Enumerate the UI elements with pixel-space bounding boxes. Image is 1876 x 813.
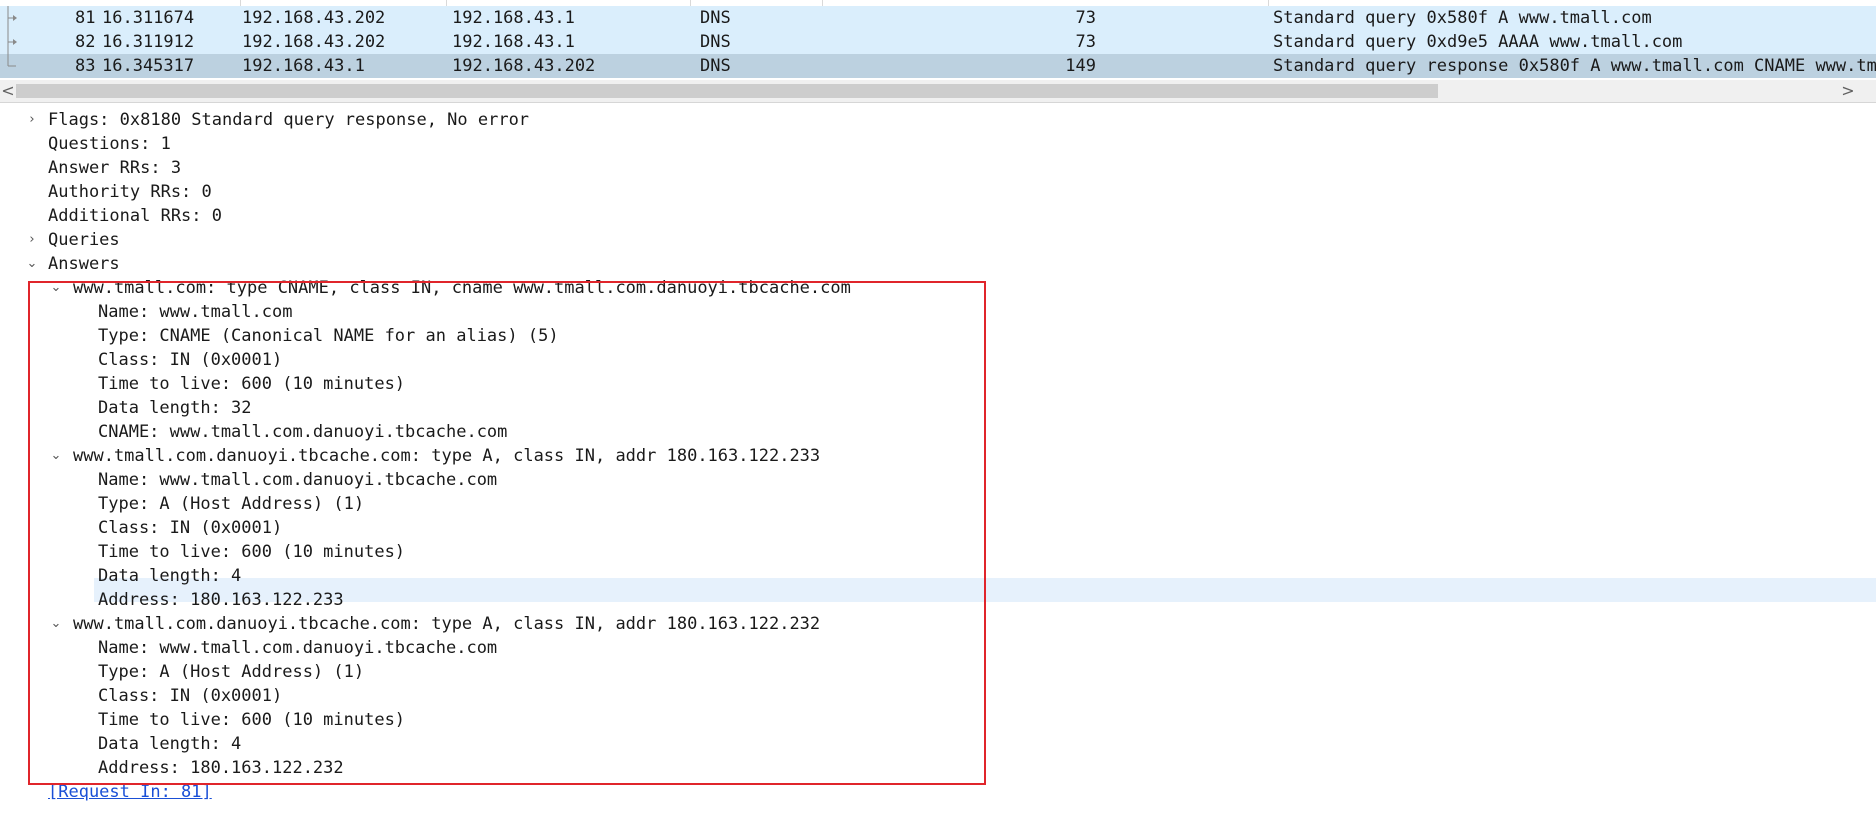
answer-header[interactable]: www.tmall.com.danuoyi.tbcache.com: type … [73, 612, 820, 636]
answer-field[interactable]: Data length: 4 [98, 564, 241, 588]
answer-field[interactable]: Name: www.tmall.com [98, 300, 292, 324]
horizontal-scrollbar[interactable]: < > [0, 80, 1876, 103]
packet-length: 149 [1065, 56, 1096, 76]
tree-node-queries[interactable]: Queries [48, 228, 120, 252]
answer-field[interactable]: Type: A (Host Address) (1) [98, 492, 364, 516]
request-arrow-icon [7, 6, 17, 30]
answer-field[interactable]: Address: 180.163.122.233 [98, 588, 344, 612]
response-bracket-icon [7, 54, 16, 67]
field-questions[interactable]: Questions: 1 [48, 132, 171, 156]
packet-time: 16.311674 [102, 8, 195, 28]
packet-time: 16.345317 [102, 56, 195, 76]
field-answer-rrs[interactable]: Answer RRs: 3 [48, 156, 181, 180]
field-flags[interactable]: Flags: 0x8180 Standard query response, N… [48, 108, 529, 132]
chevron-down-icon[interactable]: ⌄ [48, 444, 64, 468]
packet-source: 192.168.43.202 [242, 8, 386, 28]
packet-protocol: DNS [700, 8, 731, 28]
chevron-down-icon[interactable]: ⌄ [24, 252, 40, 276]
answer-field[interactable]: Address: 180.163.122.232 [98, 756, 344, 780]
chevron-right-icon[interactable]: › [24, 228, 40, 252]
chevron-down-icon[interactable]: ⌄ [48, 276, 64, 300]
packet-info: Standard query response 0x580f A www.tma… [1273, 56, 1876, 76]
packet-info: Standard query 0x580f A www.tmall.com [1273, 8, 1652, 28]
packet-source: 192.168.43.202 [242, 32, 386, 52]
answer-field[interactable]: Type: A (Host Address) (1) [98, 660, 364, 684]
packet-details-tree[interactable]: › Flags: 0x8180 Standard query response,… [0, 108, 1876, 813]
answer-field[interactable]: Class: IN (0x0001) [98, 348, 282, 372]
packet-info: Standard query 0xd9e5 AAAA www.tmall.com [1273, 32, 1683, 52]
packet-no: 83 [75, 56, 96, 76]
packet-time: 16.311912 [102, 32, 195, 52]
answer-field[interactable]: Time to live: 600 (10 minutes) [98, 708, 405, 732]
packet-protocol: DNS [700, 32, 731, 52]
answer-field[interactable]: Class: IN (0x0001) [98, 684, 282, 708]
answer-field[interactable]: CNAME: www.tmall.com.danuoyi.tbcache.com [98, 420, 507, 444]
answer-field-selected[interactable]: Name: www.tmall.com.danuoyi.tbcache.com [98, 468, 497, 492]
request-in-link[interactable]: [Request In: 81] [48, 780, 212, 804]
chevron-right-icon[interactable]: › [24, 108, 40, 132]
packet-row[interactable]: 82 16.311912 192.168.43.202 192.168.43.1… [0, 30, 1876, 54]
packet-length: 73 [1075, 8, 1096, 28]
answer-header[interactable]: www.tmall.com: type CNAME, class IN, cna… [73, 276, 851, 300]
packet-row-selected[interactable]: 83 16.345317 192.168.43.1 192.168.43.202… [0, 54, 1876, 78]
tree-node-answers[interactable]: Answers [48, 252, 120, 276]
answer-field[interactable]: Data length: 4 [98, 732, 241, 756]
packet-no: 81 [75, 8, 96, 28]
packet-list[interactable]: 81 16.311674 192.168.43.202 192.168.43.1… [0, 0, 1876, 80]
field-additional-rrs[interactable]: Additional RRs: 0 [48, 204, 222, 228]
answer-field[interactable]: Data length: 32 [98, 396, 252, 420]
selected-field-highlight [94, 578, 1876, 602]
packet-destination: 192.168.43.202 [452, 56, 596, 76]
packet-no: 82 [75, 32, 96, 52]
scroll-left-button[interactable]: < [0, 80, 16, 102]
answer-field[interactable]: Type: CNAME (Canonical NAME for an alias… [98, 324, 559, 348]
answer-field[interactable]: Class: IN (0x0001) [98, 516, 282, 540]
packet-destination: 192.168.43.1 [452, 32, 575, 52]
scroll-right-button[interactable]: > [1840, 80, 1856, 102]
answer-field[interactable]: Time to live: 600 (10 minutes) [98, 540, 405, 564]
answer-header[interactable]: www.tmall.com.danuoyi.tbcache.com: type … [73, 444, 820, 468]
chevron-down-icon[interactable]: ⌄ [48, 612, 64, 636]
scrollbar-thumb[interactable] [16, 84, 1438, 98]
packet-destination: 192.168.43.1 [452, 8, 575, 28]
packet-source: 192.168.43.1 [242, 56, 365, 76]
answer-field[interactable]: Name: www.tmall.com.danuoyi.tbcache.com [98, 636, 497, 660]
field-authority-rrs[interactable]: Authority RRs: 0 [48, 180, 212, 204]
packet-row[interactable]: 81 16.311674 192.168.43.202 192.168.43.1… [0, 6, 1876, 30]
answer-field[interactable]: Time to live: 600 (10 minutes) [98, 372, 405, 396]
packet-protocol: DNS [700, 56, 731, 76]
packet-length: 73 [1075, 32, 1096, 52]
request-arrow-icon [7, 30, 17, 54]
